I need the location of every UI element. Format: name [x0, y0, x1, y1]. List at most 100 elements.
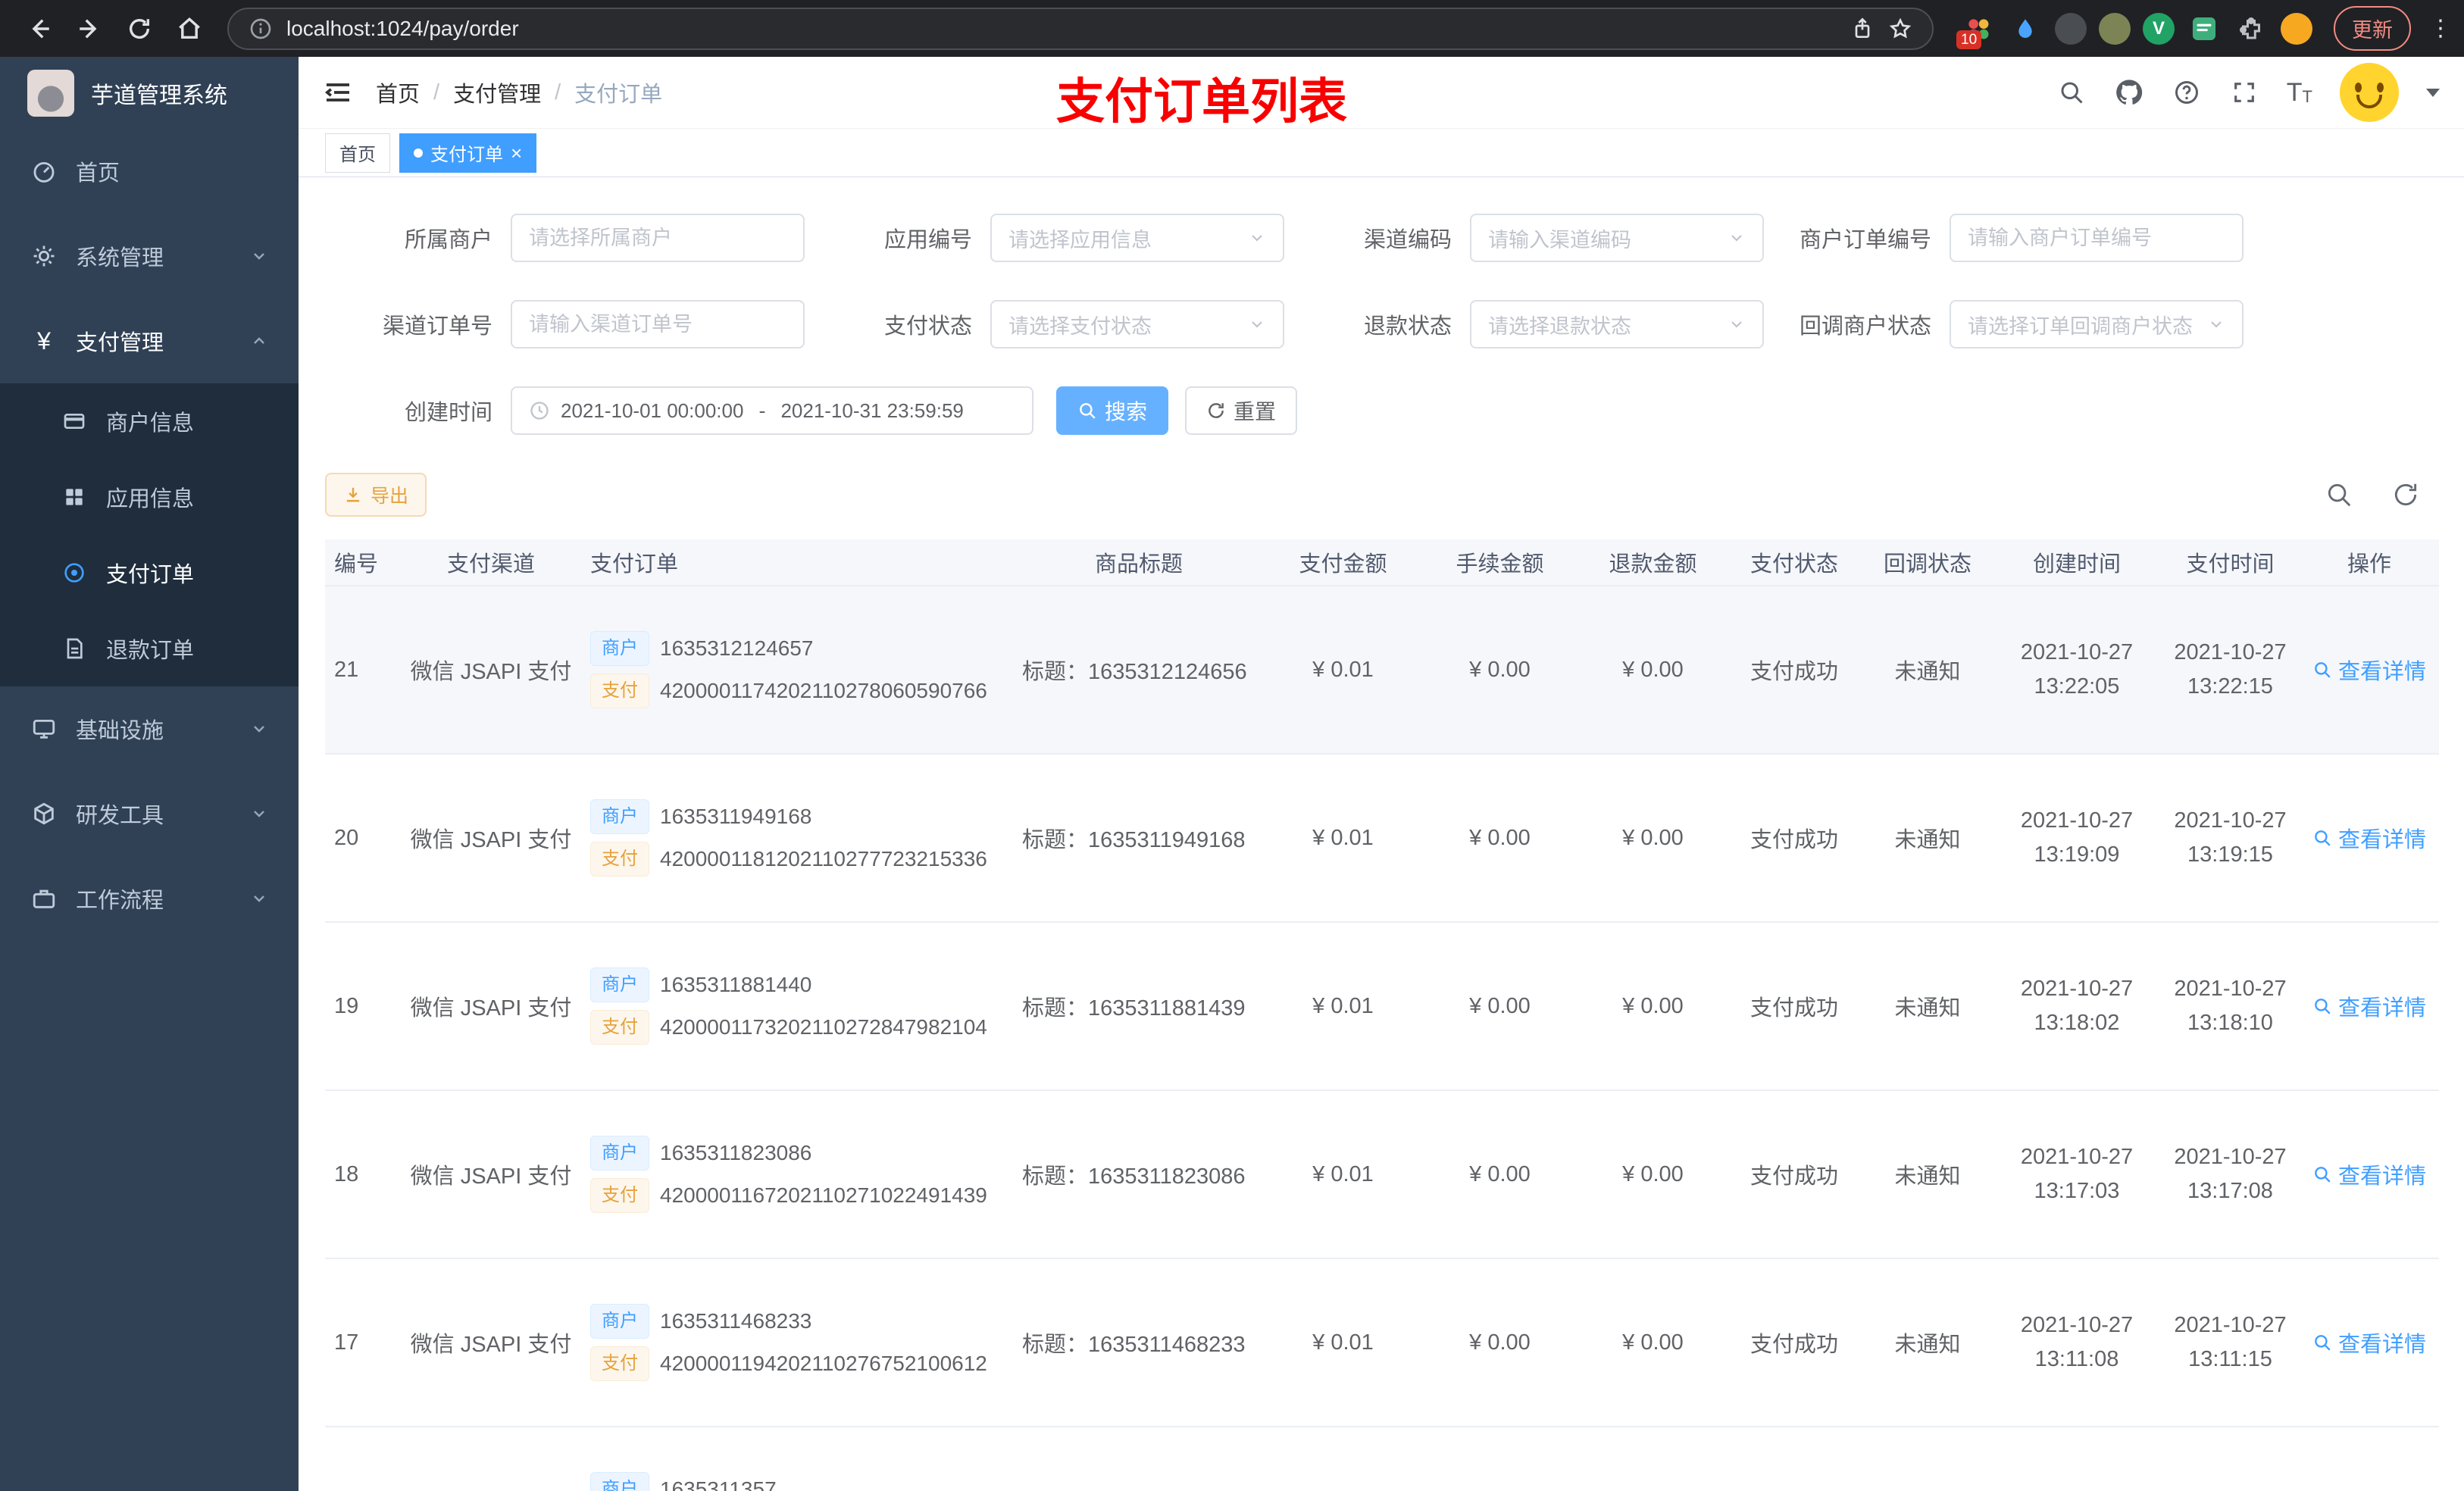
dark-circle-extension-icon[interactable]: [2055, 12, 2087, 45]
merchant-input[interactable]: [511, 214, 805, 262]
toggle-search-icon[interactable]: [2322, 478, 2356, 511]
view-detail-label: 查看详情: [2337, 996, 2426, 1021]
channel-code-select[interactable]: 请输入渠道编码: [1470, 214, 1764, 262]
cell-amount: ¥ 0.01: [1312, 825, 1374, 850]
sidebar-item-system[interactable]: 系统管理: [0, 214, 299, 299]
green-v-extension-icon[interactable]: V: [2143, 12, 2175, 45]
close-icon[interactable]: ×: [511, 143, 522, 163]
sidebar-item-merchant-info[interactable]: 商户信息: [0, 383, 299, 459]
refund-status-select[interactable]: 请选择退款状态: [1470, 300, 1764, 349]
list-toolbar: 导出: [325, 473, 2437, 517]
bookmark-star-icon[interactable]: [1888, 17, 1912, 41]
drop-extension-icon[interactable]: [2008, 11, 2043, 46]
app-no-select[interactable]: 请选择应用信息: [990, 214, 1284, 262]
pay-date: 2021-10-27: [2174, 640, 2287, 665]
col-channel: 支付渠道: [446, 552, 535, 577]
document-icon: [61, 635, 88, 662]
pay-time: 13:19:15: [2187, 842, 2273, 867]
breadcrumb-payment[interactable]: 支付管理: [453, 77, 541, 108]
cell-id: 18: [334, 1161, 359, 1186]
create-time: 13:17:03: [2034, 1179, 2120, 1203]
caret-down-icon[interactable]: [2426, 88, 2440, 97]
date-start[interactable]: 2021-10-01 00:00:00: [561, 399, 743, 423]
forward-icon[interactable]: [70, 9, 109, 48]
view-detail-link[interactable]: 查看详情: [2312, 654, 2426, 686]
back-icon[interactable]: [20, 9, 59, 48]
refresh-table-icon[interactable]: [2389, 478, 2422, 511]
tab-home[interactable]: 首页: [325, 133, 390, 173]
cell-fee: ¥ 0.00: [1469, 825, 1531, 850]
chevron-down-icon: [250, 247, 268, 265]
cell-actions: 查看详情: [2301, 990, 2437, 1022]
github-icon[interactable]: [2114, 77, 2144, 108]
refresh-icon[interactable]: [120, 9, 159, 48]
sidebar-item-label: 退款订单: [106, 639, 195, 663]
search-icon[interactable]: [2056, 77, 2087, 108]
cell-fee: ¥ 0.00: [1469, 1330, 1531, 1355]
table-header: 编号 支付渠道 支付订单 商品标题 支付金额 手续金额 退款金额 支付状态 回调…: [325, 539, 2439, 586]
logo-avatar: [27, 69, 74, 117]
sidebar-item-dev-tools[interactable]: 研发工具: [0, 771, 299, 856]
create-date: 2021-10-27: [2020, 1145, 2134, 1170]
breadcrumb-home[interactable]: 首页: [376, 77, 420, 108]
reset-button[interactable]: 重置: [1185, 386, 1298, 435]
view-detail-link[interactable]: 查看详情: [2312, 1158, 2426, 1190]
view-detail-link[interactable]: 查看详情: [2312, 990, 2426, 1022]
table-row: 17 微信 JSAPI 支付 商户 1635311468233 支付 42000…: [325, 1259, 2439, 1427]
cell-refund: ¥ 0.00: [1622, 825, 1684, 850]
address-bar[interactable]: localhost:1024/pay/order: [227, 7, 1934, 50]
cell-id: 17: [334, 1330, 359, 1355]
view-detail-link[interactable]: 查看详情: [2312, 1327, 2426, 1358]
font-size-icon[interactable]: TT: [2287, 80, 2312, 105]
chevron-down-icon: [250, 889, 268, 908]
date-end[interactable]: 2021-10-31 23:59:59: [780, 399, 963, 423]
sidebar-item-infrastructure[interactable]: 基础设施: [0, 686, 299, 771]
cell-id: 20: [334, 825, 359, 850]
callback-status-select[interactable]: 请选择订单回调商户状态: [1950, 300, 2244, 349]
search-button[interactable]: 搜索: [1056, 386, 1169, 435]
pay-date: 2021-10-27: [2174, 1145, 2287, 1170]
export-button[interactable]: 导出: [325, 473, 427, 517]
url-text[interactable]: localhost:1024/pay/order: [286, 17, 1837, 41]
chevron-down-icon: [1728, 315, 1746, 333]
olive-circle-extension-icon[interactable]: [2099, 12, 2131, 45]
sidebar-toggle-icon[interactable]: [323, 77, 353, 108]
create-date: 2021-10-27: [2020, 640, 2134, 665]
merchant-order-no-input[interactable]: [1950, 214, 2244, 262]
col-id: 编号: [334, 552, 379, 577]
cell-actions: 查看详情: [2301, 1327, 2437, 1358]
pay-tag: 支付: [590, 1346, 649, 1381]
sidebar-item-refund-order[interactable]: 退款订单: [0, 611, 299, 686]
select-placeholder: 请选择订单回调商户状态: [1968, 314, 2193, 338]
browser-menu-icon[interactable]: ⋮: [2429, 15, 2452, 42]
tab-pay-order[interactable]: 支付订单 ×: [399, 133, 537, 173]
filter-label: 支付状态: [883, 314, 972, 339]
emoji-extension-icon[interactable]: [2281, 12, 2312, 45]
avatar[interactable]: [2340, 63, 2399, 122]
cell-order: 商户 1635311949168 支付 42000011812021102777…: [581, 792, 1013, 884]
home-icon[interactable]: [170, 9, 209, 48]
cell-amount: ¥ 0.01: [1312, 993, 1374, 1018]
sidebar-item-app-info[interactable]: 应用信息: [0, 459, 299, 535]
sidebar-item-home[interactable]: 首页: [0, 129, 299, 214]
table-row: 18 微信 JSAPI 支付 商户 1635311823086 支付 42000…: [325, 1091, 2439, 1259]
channel-order-no-input[interactable]: [511, 300, 805, 349]
sidebar-item-payment[interactable]: ¥ 支付管理: [0, 299, 299, 383]
create-time-range-picker[interactable]: 2021-10-01 00:00:00 - 2021-10-31 23:59:5…: [511, 386, 1033, 435]
cell-status: 支付成功: [1750, 828, 1838, 852]
help-icon[interactable]: [2172, 77, 2202, 108]
browser-update-button[interactable]: 更新: [2334, 6, 2411, 51]
pay-status-select[interactable]: 请选择支付状态: [990, 300, 1284, 349]
puzzle-extensions-icon[interactable]: [2234, 11, 2269, 46]
site-info-icon[interactable]: [249, 17, 273, 41]
fullscreen-icon[interactable]: [2229, 77, 2259, 108]
chat-extension-icon[interactable]: [2187, 11, 2222, 46]
share-icon[interactable]: [1850, 17, 1875, 41]
pay-tag: 支付: [590, 1178, 649, 1213]
view-detail-link[interactable]: 查看详情: [2312, 822, 2426, 854]
cell-pay-time: 2021-10-27 13:17:08: [2159, 1140, 2301, 1208]
sidebar-item-pay-order[interactable]: 支付订单: [0, 535, 299, 611]
grid-extension-icon[interactable]: 10: [1956, 11, 1996, 49]
sidebar-item-workflow[interactable]: 工作流程: [0, 856, 299, 941]
cell-amount: ¥ 0.01: [1312, 657, 1374, 682]
